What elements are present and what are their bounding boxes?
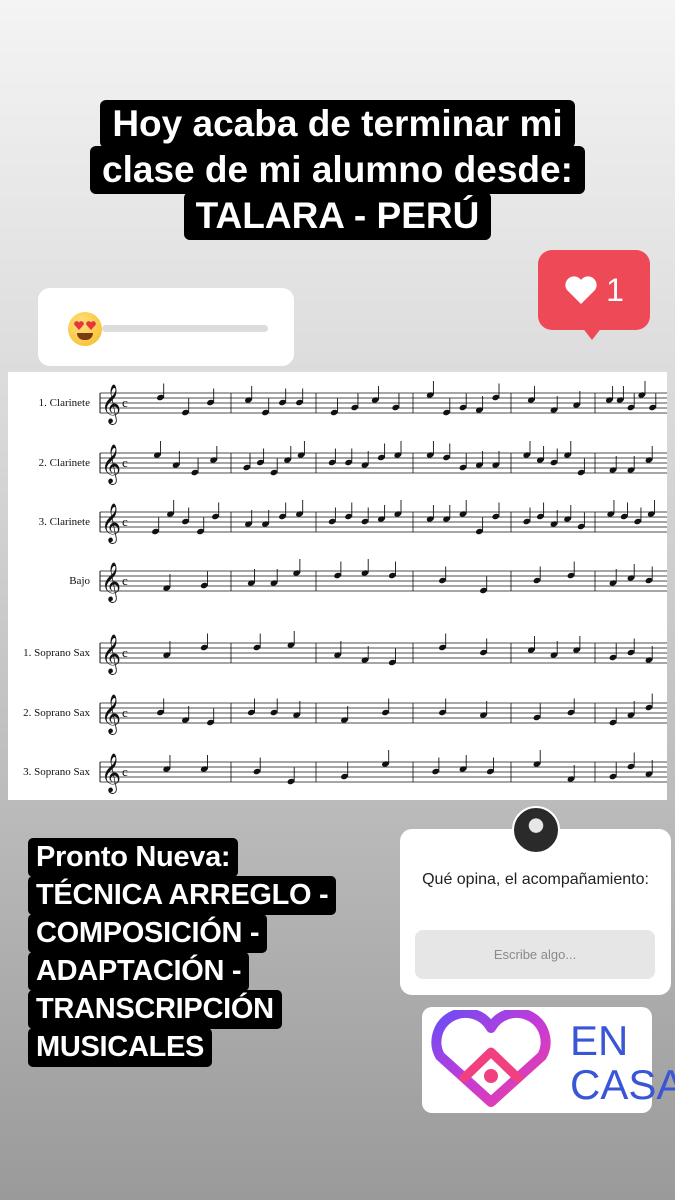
like-notification-tail	[578, 322, 606, 340]
treble-clef: 𝄞	[101, 503, 121, 544]
headline-line-2: clase de mi alumno desde:	[90, 146, 585, 194]
treble-clef: 𝄞	[101, 562, 121, 603]
answer-input[interactable]: Escribe algo...	[415, 930, 655, 979]
headline-line-3: TALARA - PERÚ	[183, 192, 492, 240]
headline-line-1: Hoy acaba de terminar mi	[100, 100, 575, 148]
home-heart-icon	[431, 1010, 551, 1107]
treble-clef: 𝄞	[101, 753, 121, 794]
promo-line-5: TRANSCRIPCIÓN	[28, 990, 282, 1029]
time-signature: c	[122, 573, 128, 588]
promo-line-3: COMPOSICIÓN -	[28, 914, 268, 953]
time-signature: c	[122, 705, 128, 720]
treble-clef: 𝄞	[101, 384, 121, 425]
question-text: Qué opina, el acompañamiento:	[422, 871, 649, 888]
heart-eyes-emoji-icon[interactable]	[68, 312, 102, 346]
time-signature: c	[122, 645, 128, 660]
sheet-music-image: 1. Clarinete 2. Clarinete 3. Clarinete B…	[8, 372, 667, 800]
heart-eye-right-icon	[86, 321, 96, 330]
treble-clef: 𝄞	[101, 634, 121, 675]
promo-line-4: ADAPTACIÓN -	[28, 952, 250, 991]
emoji-mouth	[77, 333, 93, 340]
story-screen: { "headline": { "lines": ["Hoy acaba de …	[0, 0, 675, 1200]
slider-track[interactable]	[102, 325, 268, 332]
heart-icon	[565, 276, 597, 304]
en-casa-sticker[interactable]: EN CASA	[422, 1007, 675, 1113]
promo-line-6: MUSICALES	[28, 1028, 213, 1067]
emoji-slider-sticker[interactable]	[38, 288, 294, 366]
heart-eye-left-icon	[74, 321, 84, 330]
headline: Hoy acaba de terminar mi clase de mi alu…	[0, 100, 675, 240]
avatar	[512, 806, 560, 854]
en-casa-text: EN CASA	[570, 1019, 675, 1107]
time-signature: c	[122, 514, 128, 529]
time-signature: c	[122, 764, 128, 779]
en-casa-line-2: CASA	[570, 1061, 675, 1108]
like-count: 1	[606, 271, 624, 308]
like-notification[interactable]: 1	[538, 250, 650, 330]
promo-text: Pronto Nueva: TÉCNICA ARREGLO - COMPOSIC…	[28, 838, 337, 1067]
staff-notation: 𝄞 c𝄞 c𝄞 c𝄞 c𝄞 c𝄞 c𝄞 c	[99, 381, 667, 794]
time-signature: c	[122, 395, 128, 410]
promo-line-1: Pronto Nueva:	[28, 838, 239, 877]
promo-line-2: TÉCNICA ARREGLO -	[28, 876, 337, 915]
treble-clef: 𝄞	[101, 444, 121, 485]
time-signature: c	[122, 455, 128, 470]
en-casa-line-1: EN	[570, 1017, 629, 1064]
treble-clef: 𝄞	[101, 694, 121, 735]
